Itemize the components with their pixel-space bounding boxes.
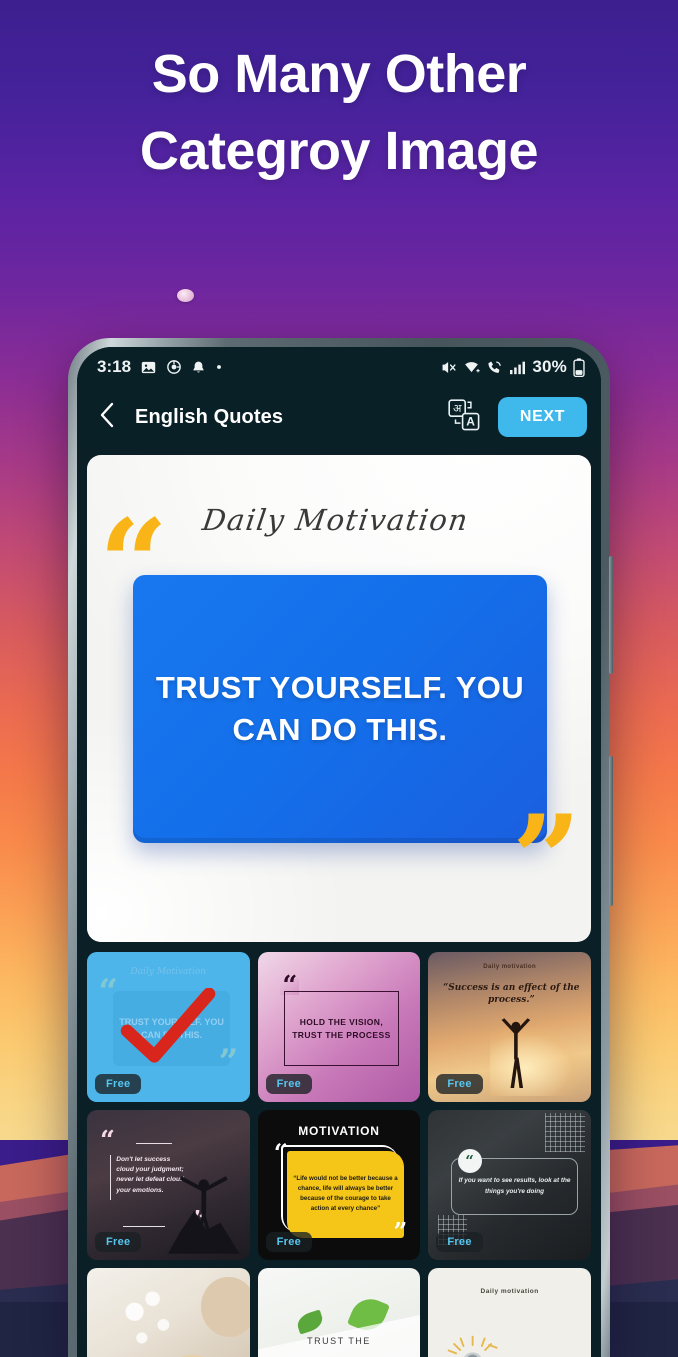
close-quote-icon: ” bbox=[511, 788, 581, 930]
target-icon bbox=[166, 359, 182, 375]
app-bar: English Quotes अ A NEXT bbox=[77, 387, 601, 447]
close-quote-icon: ” bbox=[393, 1216, 408, 1246]
battery-icon bbox=[573, 357, 585, 377]
translate-icon: अ A bbox=[447, 398, 481, 437]
thumb-text: “Life would not be better because a chan… bbox=[293, 1175, 398, 1212]
call-icon bbox=[486, 359, 503, 376]
thumb-motivation-yellow[interactable]: MOTIVATION “ “Life would not be better b… bbox=[257, 1110, 421, 1260]
thumb-hold-the-vision[interactable]: “ HOLD THE VISION, TRUST THE PROCESS Fre… bbox=[257, 952, 421, 1102]
thumb-inner-box: “Life would not be better because a chan… bbox=[286, 1150, 405, 1238]
translate-button[interactable]: अ A bbox=[444, 397, 484, 437]
thumb-success-effect[interactable]: Daily motivation “Success is an effect o… bbox=[428, 952, 591, 1102]
checkmark-icon bbox=[121, 988, 216, 1063]
thumb-text: HOLD THE VISION, TRUST THE PROCESS bbox=[292, 1016, 391, 1040]
gallery-icon bbox=[140, 359, 157, 376]
open-quote-icon: “ bbox=[457, 1149, 482, 1173]
chevron-left-icon bbox=[99, 402, 115, 433]
free-badge: Free bbox=[95, 1074, 142, 1094]
back-button[interactable] bbox=[93, 401, 121, 433]
person-silhouette-icon bbox=[501, 1018, 531, 1088]
svg-text:अ: अ bbox=[453, 402, 462, 415]
status-bar: 3:18 30% bbox=[77, 347, 601, 387]
preview-card[interactable]: Daily Motivation “ TRUST YOURSELF. YOU C… bbox=[87, 455, 591, 942]
next-button[interactable]: NEXT bbox=[497, 397, 587, 437]
thumb-want-to-see-results[interactable]: If you want to see results, look at the … bbox=[428, 1110, 591, 1260]
bell-icon bbox=[191, 360, 206, 375]
sun-icon bbox=[447, 1335, 498, 1357]
rule-line bbox=[109, 1155, 112, 1200]
status-bar-left: 3:18 bbox=[97, 357, 223, 377]
thumb-daily-motivation-sun[interactable]: Daily motivation bbox=[428, 1268, 591, 1357]
free-badge: Free bbox=[436, 1232, 483, 1252]
headline-line-1: So Many Other bbox=[151, 44, 527, 104]
headline-line-2: Categroy Image bbox=[139, 120, 539, 181]
status-time: 3:18 bbox=[97, 357, 132, 376]
open-quote-icon: “ bbox=[100, 1126, 115, 1156]
battery-percent: 30% bbox=[532, 357, 567, 376]
rule-line bbox=[135, 1143, 172, 1145]
free-badge: Free bbox=[436, 1074, 483, 1094]
grid-pattern bbox=[545, 1113, 585, 1152]
thumb-inner-box: HOLD THE VISION, TRUST THE PROCESS bbox=[283, 991, 400, 1066]
thumb-text: “Success is an effect of the process.” bbox=[443, 983, 580, 1006]
mute-icon bbox=[440, 359, 457, 376]
signal-icon bbox=[509, 360, 526, 375]
thumb-trust-yourself[interactable]: Daily Motivation “ TRUST YOURSELF. YOU C… bbox=[87, 952, 250, 1102]
preview-quote-text: TRUST YOURSELF. YOU CAN DO THIS. bbox=[155, 670, 525, 747]
thumb-art: TRUST THE bbox=[257, 1268, 421, 1357]
thumb-art bbox=[87, 1268, 250, 1357]
leaf-icon bbox=[294, 1309, 325, 1335]
status-bar-right: 30% bbox=[440, 357, 585, 377]
free-badge: Free bbox=[265, 1232, 313, 1252]
thumb-dont-let-success[interactable]: “ Don't let success cloud your judgment;… bbox=[87, 1110, 250, 1260]
thumb-trust-the-process-leaves[interactable]: TRUST THE bbox=[257, 1268, 421, 1357]
free-badge: Free bbox=[95, 1232, 142, 1252]
decorative-blob bbox=[200, 1277, 250, 1337]
phone-screen: 3:18 30% English Quotes अ A NEXT Daily M… bbox=[77, 347, 601, 1357]
thumb-beige-flowers[interactable] bbox=[87, 1268, 250, 1357]
thumb-header-text: Daily motivation bbox=[480, 1287, 539, 1295]
preview-quote-box: “ TRUST YOURSELF. YOU CAN DO THIS. ” bbox=[99, 503, 581, 919]
phone-side-button-volume bbox=[609, 556, 613, 674]
flower-sprig bbox=[113, 1277, 185, 1357]
promo-headline: So Many Other Categroy Image bbox=[0, 36, 678, 189]
thumb-text: TRUST THE bbox=[307, 1336, 371, 1346]
page-title: English Quotes bbox=[135, 405, 284, 428]
wifi-icon bbox=[463, 359, 481, 376]
thumb-art: Daily motivation bbox=[428, 1268, 591, 1357]
preview-section: Daily Motivation “ TRUST YOURSELF. YOU C… bbox=[77, 447, 601, 942]
person-silhouette-icon bbox=[168, 1176, 240, 1254]
thumb-header-text: MOTIVATION bbox=[298, 1123, 380, 1138]
decorative-dot bbox=[177, 289, 194, 302]
thumb-text: If you want to see results, look at the … bbox=[458, 1177, 571, 1195]
rule-line bbox=[122, 1225, 166, 1227]
phone-side-button-power bbox=[609, 756, 613, 906]
dot-icon bbox=[215, 363, 223, 371]
phone-mockup: 3:18 30% English Quotes अ A NEXT Daily M… bbox=[68, 338, 613, 1357]
template-grid: Daily Motivation “ TRUST YOURSELF. YOU C… bbox=[77, 942, 601, 1357]
free-badge: Free bbox=[265, 1074, 313, 1094]
open-quote-icon: “ bbox=[273, 1138, 288, 1167]
svg-text:A: A bbox=[466, 414, 475, 428]
open-quote-icon: “ bbox=[99, 493, 169, 634]
thumb-header-text: Daily motivation bbox=[483, 964, 537, 970]
